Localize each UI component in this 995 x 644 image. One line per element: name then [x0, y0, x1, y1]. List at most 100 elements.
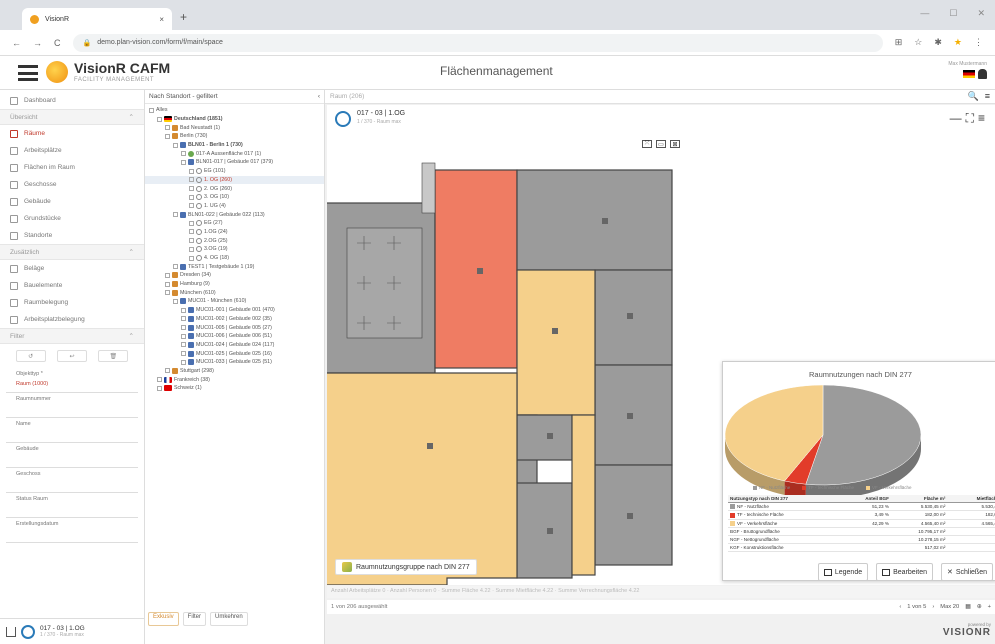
language-flag-icon[interactable]	[962, 70, 975, 78]
tree-row[interactable]: Schweiz (1)	[145, 384, 324, 393]
expand-toggle-icon[interactable]	[181, 316, 186, 322]
tree-row[interactable]: 3.OG (19)	[145, 245, 324, 254]
room-grey[interactable]	[594, 364, 673, 466]
expand-toggle-icon[interactable]	[181, 325, 186, 331]
expand-toggle-icon[interactable]	[173, 212, 178, 218]
tree-row[interactable]: MUC01-025 | Gebäude 025 (16)	[145, 349, 324, 358]
extension-icon[interactable]: ✱	[934, 37, 942, 48]
reload-icon[interactable]: C	[54, 38, 61, 48]
fullscreen-icon[interactable]: ⛶	[966, 111, 978, 125]
tree-row[interactable]: Stuttgart (298)	[145, 367, 324, 376]
maximize-icon[interactable]: ☐	[949, 8, 957, 19]
expand-toggle-icon[interactable]	[189, 177, 194, 183]
sidebar-item-floor[interactable]: Geschosse	[0, 176, 144, 193]
favorite-icon[interactable]: ★	[954, 37, 962, 48]
tree-row[interactable]: München (610)	[145, 288, 324, 297]
tree-row[interactable]: 017-A Aussenfläche 017 (1)	[145, 149, 324, 158]
tree-row[interactable]: 1. OG (260)	[145, 175, 324, 185]
expand-toggle-icon[interactable]	[157, 116, 162, 122]
filter-field[interactable]: Name	[6, 418, 138, 443]
expand-toggle-icon[interactable]	[165, 272, 170, 278]
per-page-select[interactable]: Max 20	[940, 604, 959, 610]
tree-row[interactable]: BLN01-017 | Gebäude 017 (379)	[145, 158, 324, 167]
expand-toggle-icon[interactable]	[181, 151, 186, 157]
sidebar-item-occupancy[interactable]: Raumbelegung	[0, 294, 144, 311]
menu-dots-icon[interactable]: ⋮	[974, 37, 983, 48]
tree-row[interactable]: 1. UG (4)	[145, 202, 324, 211]
filter-field[interactable]: Status Raum	[6, 493, 138, 518]
expand-toggle-icon[interactable]	[173, 264, 178, 270]
search-field[interactable]: Raum (206)	[330, 93, 364, 100]
room-grey[interactable]	[516, 169, 673, 271]
tree-row[interactable]: 3. OG (10)	[145, 193, 324, 202]
tree-row[interactable]: Hamburg (9)	[145, 280, 324, 289]
section-additional[interactable]: Zusätzlich ⌃	[0, 244, 144, 260]
more-icon[interactable]: +	[988, 604, 991, 610]
grid-view-icon[interactable]: ▦	[965, 604, 970, 610]
room-grey[interactable]	[516, 414, 573, 461]
expand-toggle-icon[interactable]	[165, 290, 170, 296]
tree-row[interactable]: MUC01-033 | Gebäude 025 (51)	[145, 358, 324, 367]
room-yellow[interactable]	[571, 414, 596, 576]
filter-field[interactable]: Objekttyp * Raum (1000)	[6, 368, 138, 393]
filter-field[interactable]: Geschoss	[6, 468, 138, 493]
expand-toggle-icon[interactable]	[189, 203, 194, 209]
home-icon[interactable]	[6, 626, 16, 637]
tree-row[interactable]: BLN01-022 | Gebäude 022 (113)	[145, 210, 324, 219]
sidebar-item-building[interactable]: Gebäude	[0, 193, 144, 210]
expand-toggle-icon[interactable]	[181, 333, 186, 339]
expand-toggle-icon[interactable]	[189, 238, 194, 244]
tree-row[interactable]: EG (27)	[145, 219, 324, 228]
tree-row[interactable]: Berlin (730)	[145, 132, 324, 141]
sidebar-item-desk[interactable]: Arbeitsplätze	[0, 142, 144, 159]
close-tab-icon[interactable]: ×	[159, 15, 164, 24]
close-button[interactable]: ✕ Schließen	[940, 563, 993, 581]
room-grey[interactable]	[594, 269, 673, 366]
translate-icon[interactable]: ⊞	[895, 37, 903, 48]
tree-row[interactable]: Bad Neustadt (1)	[145, 123, 324, 132]
tree-row[interactable]: MUC01-024 | Gebäude 024 (117)	[145, 341, 324, 350]
delete-filter-button[interactable]: 🗑	[98, 350, 129, 362]
expand-toggle-icon[interactable]	[165, 133, 170, 139]
invert-button[interactable]: Umkehren	[210, 612, 248, 626]
prev-page-icon[interactable]: ‹	[899, 604, 901, 610]
expand-toggle-icon[interactable]	[181, 359, 186, 365]
expand-toggle-icon[interactable]	[189, 168, 194, 174]
close-window-icon[interactable]: ✕	[977, 8, 985, 19]
room-grey[interactable]	[594, 464, 673, 566]
tree-row[interactable]: 4. OG (18)	[145, 254, 324, 263]
collapse-panel-icon[interactable]: ‹	[318, 93, 320, 100]
expand-toggle-icon[interactable]	[165, 281, 170, 287]
next-page-icon[interactable]: ›	[932, 604, 934, 610]
sidebar-item-area[interactable]: Flächen im Raum	[0, 159, 144, 176]
sidebar-item-dashboard[interactable]: Dashboard	[0, 92, 144, 109]
expand-toggle-icon[interactable]	[189, 220, 194, 226]
minimize-view-icon[interactable]: —	[950, 111, 966, 125]
filter-field[interactable]: Erstellungsdatum	[6, 518, 138, 543]
tree-row[interactable]: Deutschland (1851)	[145, 115, 324, 124]
address-bar[interactable]: 🔒 demo.plan-vision.com/form/f/main/space	[72, 33, 883, 52]
browser-tab[interactable]: VisionR ×	[22, 8, 172, 30]
tree-row[interactable]: MUC01-002 | Gebäude 002 (35)	[145, 315, 324, 324]
user-icon[interactable]	[978, 69, 987, 79]
expand-toggle-icon[interactable]	[181, 342, 186, 348]
tree-row[interactable]: Dresden (34)	[145, 271, 324, 280]
export-icon[interactable]: ⊠	[670, 140, 680, 148]
current-floor-bar[interactable]: 017 - 03 | 1.OG 1 / 370 - Raum max	[0, 618, 145, 644]
floor-plan[interactable]: ⤧ ▭ ⊠ Raumnutzungsgruppe nach DIN 277 Ra…	[327, 133, 995, 585]
legend-button[interactable]: Legende	[817, 563, 869, 581]
section-filter[interactable]: Filter ⌃	[0, 328, 144, 344]
exclusive-button[interactable]: Exkusiv	[148, 612, 179, 626]
expand-toggle-icon[interactable]	[165, 368, 170, 374]
expand-toggle-icon[interactable]	[181, 307, 186, 313]
tree-row[interactable]: MUC01-005 | Gebäude 005 (27)	[145, 323, 324, 332]
filter-field[interactable]: Gebäude	[6, 443, 138, 468]
sidebar-item-location[interactable]: Standorte	[0, 227, 144, 244]
section-overview[interactable]: Übersicht ⌃	[0, 109, 144, 125]
back-icon[interactable]: ←	[12, 38, 21, 48]
new-tab-icon[interactable]: +	[180, 10, 187, 24]
list-menu-icon[interactable]: ≡	[985, 91, 990, 102]
tree-row[interactable]: MUC01-006 | Gebäude 006 (51)	[145, 332, 324, 341]
layer-icon[interactable]: ▭	[656, 140, 666, 148]
forward-icon[interactable]: →	[33, 38, 42, 48]
